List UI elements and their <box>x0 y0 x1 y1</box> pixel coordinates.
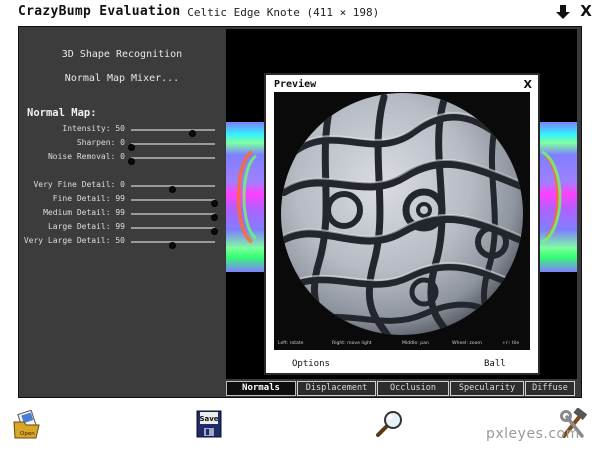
slider-thumb[interactable] <box>128 158 135 165</box>
floppy-disk-icon: Save <box>196 410 222 438</box>
open-folder-icon: Open <box>13 409 40 439</box>
app-title: CrazyBump Evaluation <box>18 4 181 19</box>
slider-noise-removal: Noise Removal: 0 <box>19 152 225 165</box>
slider-track[interactable] <box>131 213 219 221</box>
slider-fine-detail: Fine Detail: 99 <box>19 194 225 207</box>
tab-displacement[interactable]: Displacement <box>297 381 376 396</box>
hint-zoom: Wheel: zoom <box>452 341 482 346</box>
normal-map-mixer-link[interactable]: Normal Map Mixer... <box>19 73 225 84</box>
tab-occlusion[interactable]: Occlusion <box>377 381 449 396</box>
watermark: pxleyes.com <box>486 426 580 442</box>
slider-track[interactable] <box>131 241 215 249</box>
slider-intensity: Intensity: 50 <box>19 124 225 137</box>
tab-normals[interactable]: Normals <box>226 381 296 396</box>
document-title: - Celtic Edge Knote (411 × 198) <box>174 6 380 19</box>
slider-thumb[interactable] <box>211 214 219 221</box>
slider-sharpen: Sharpen: 0 <box>19 138 225 151</box>
title-bar: CrazyBump Evaluation - Celtic Edge Knote… <box>0 0 600 24</box>
open-button[interactable]: Open <box>12 409 42 440</box>
slider-thumb[interactable] <box>189 130 197 137</box>
slider-track[interactable] <box>131 227 219 235</box>
slider-thumb[interactable] <box>169 186 177 193</box>
preview-hint-bar: Left: rotate Right: move light Middle: p… <box>274 340 530 350</box>
slider-thumb[interactable] <box>211 228 219 235</box>
slider-track[interactable] <box>131 199 219 207</box>
hint-rotate: Left: rotate <box>278 341 304 346</box>
open-label: Open <box>20 431 35 437</box>
preview-window: Preview X Left: rotate Right: move light… <box>264 73 540 375</box>
tab-specularity[interactable]: Specularity <box>450 381 524 396</box>
slider-label: Very Fine Detail: 0 <box>33 180 125 189</box>
hint-tile: +/-: tile <box>502 341 520 346</box>
slider-thumb[interactable] <box>169 242 177 249</box>
slider-label: Fine Detail: 99 <box>52 194 125 203</box>
hint-pan: Middle: pan <box>402 341 429 346</box>
slider-label: Noise Removal: 0 <box>47 152 125 161</box>
preview-options-button[interactable]: Options <box>292 359 330 369</box>
zoom-button[interactable] <box>374 410 404 438</box>
shape-recognition-link[interactable]: 3D Shape Recognition <box>19 49 225 60</box>
preview-canvas[interactable]: Left: rotate Right: move light Middle: p… <box>274 92 530 350</box>
slider-thumb[interactable] <box>211 200 219 207</box>
slider-track[interactable] <box>128 143 215 151</box>
slider-track[interactable] <box>128 157 215 165</box>
map-tabs: Normals Displacement Occlusion Speculari… <box>226 381 577 397</box>
slider-very-fine-detail: Very Fine Detail: 0 <box>19 180 225 193</box>
slider-label: Intensity: 50 <box>62 124 125 133</box>
slider-track[interactable] <box>131 185 215 193</box>
slider-label: Medium Detail: 99 <box>43 208 125 217</box>
sphere-render <box>281 93 523 335</box>
normal-map-header: Normal Map: <box>27 107 97 119</box>
slider-label: Large Detail: 99 <box>47 222 125 231</box>
tab-diffuse[interactable]: Diffuse <box>525 381 575 396</box>
hint-move-light: Right: move light <box>332 341 372 346</box>
magnifier-icon <box>376 411 402 437</box>
slider-track[interactable] <box>131 129 215 137</box>
slider-label: Very Large Detail: 50 <box>23 236 125 245</box>
normal-map-band-right <box>540 122 577 272</box>
slider-medium-detail: Medium Detail: 99 <box>19 208 225 221</box>
download-arrow-icon[interactable] <box>556 4 570 20</box>
preview-shape-ball-button[interactable]: Ball <box>484 359 506 369</box>
slider-thumb[interactable] <box>128 144 135 151</box>
save-label: Save <box>199 415 218 423</box>
slider-label: Sharpen: 0 <box>76 138 125 147</box>
save-button[interactable]: Save <box>196 410 222 438</box>
preview-close-button[interactable]: X <box>524 78 532 91</box>
settings-panel: 3D Shape Recognition Normal Map Mixer...… <box>19 27 225 397</box>
normal-map-band-left <box>226 122 266 272</box>
slider-large-detail: Large Detail: 99 <box>19 222 225 235</box>
preview-title: Preview <box>274 79 317 90</box>
window-close-button[interactable]: X <box>578 3 594 19</box>
slider-very-large-detail: Very Large Detail: 50 <box>19 236 225 249</box>
